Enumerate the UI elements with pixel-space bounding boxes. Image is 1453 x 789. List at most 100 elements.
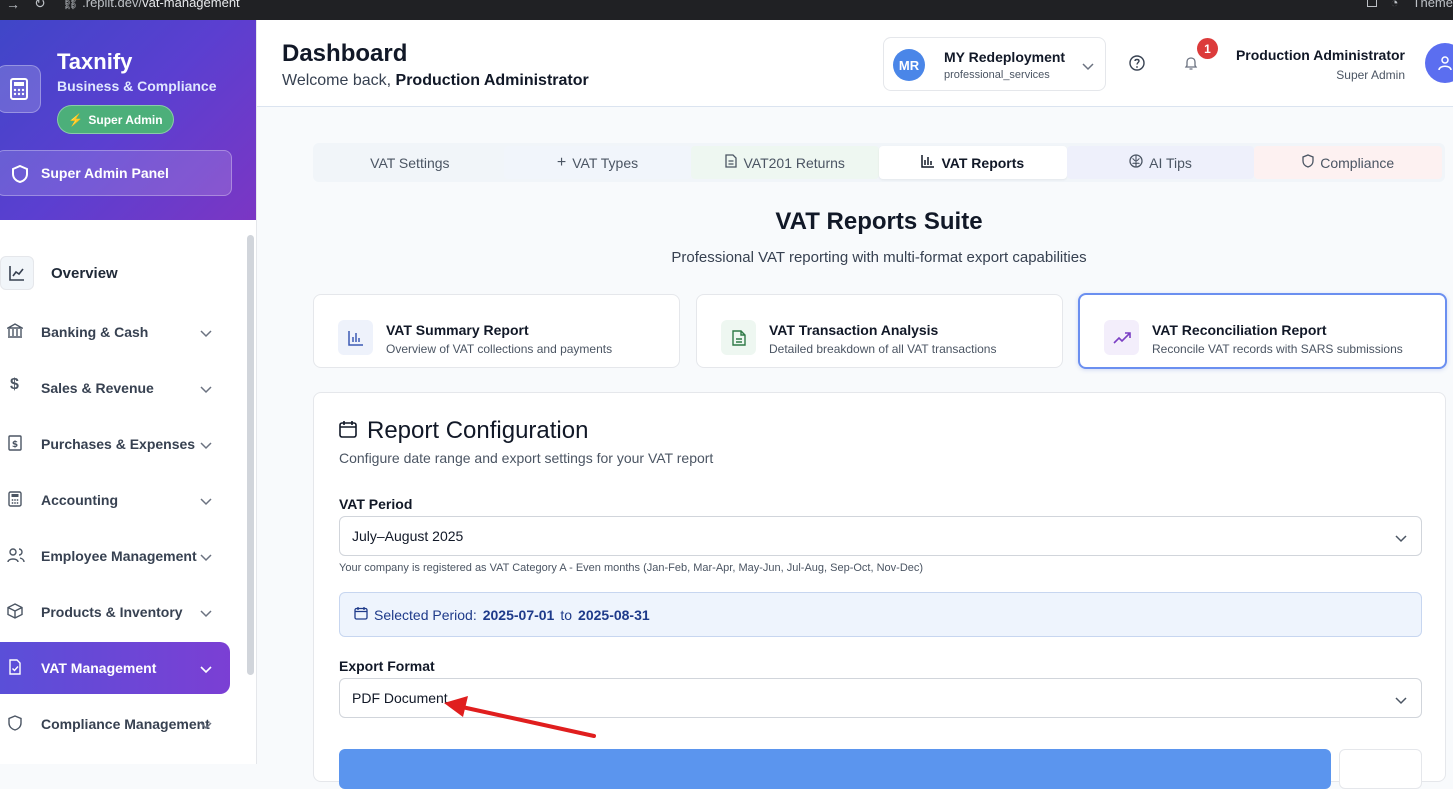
tab-vat-types[interactable]: + VAT Types — [503, 146, 692, 179]
theme-label[interactable]: Theme — [1413, 0, 1453, 10]
vat-period-select[interactable]: July–August 2025 — [339, 516, 1422, 556]
generate-report-button[interactable] — [339, 749, 1331, 789]
chevron-down-icon — [200, 605, 212, 621]
nav-banking-cash-label: Banking & Cash — [41, 324, 149, 340]
company-switcher[interactable]: MR MY Redeployment professional_services — [883, 37, 1106, 91]
export-format-select[interactable]: PDF Document — [339, 678, 1422, 718]
welcome-user: Production Administrator — [395, 72, 589, 89]
file-check-icon — [7, 659, 25, 677]
user-name: Production Administrator — [1235, 47, 1405, 63]
config-subtitle: Configure date range and export settings… — [339, 450, 714, 466]
page-title: Dashboard — [282, 40, 408, 67]
sidebar-scrollbar[interactable] — [247, 235, 254, 675]
url-prefix: .replit.dev/ — [82, 0, 143, 10]
super-admin-panel-button[interactable]: Super Admin Panel — [0, 150, 232, 196]
tab-vat201-returns[interactable]: VAT201 Returns — [691, 146, 880, 179]
nav-compliance-management-label: Compliance Management — [41, 716, 210, 732]
sidebar: Taxnify Business & Compliance ⚡ Super Adm… — [0, 20, 257, 764]
company-avatar: MR — [893, 49, 925, 81]
vat-period-label: VAT Period — [339, 496, 413, 512]
nav-sales-revenue[interactable]: $ Sales & Revenue — [0, 362, 230, 414]
calendar-icon — [354, 606, 368, 623]
tab-compliance-label: Compliance — [1320, 154, 1395, 171]
nav-accounting[interactable]: Accounting — [0, 474, 230, 526]
vat-category-hint: Your company is registered as VAT Catego… — [339, 562, 924, 574]
nav-employee-management[interactable]: Employee Management — [0, 530, 230, 582]
user-role: Super Admin — [1336, 68, 1405, 82]
notification-badge: 1 — [1197, 38, 1218, 59]
trending-up-icon — [1104, 320, 1139, 355]
chevron-down-icon — [1395, 692, 1407, 708]
report-card-reconciliation[interactable]: VAT Reconciliation Report Reconcile VAT … — [1078, 293, 1447, 369]
tab-vat201-returns-label: VAT201 Returns — [743, 154, 845, 171]
nav-employee-management-label: Employee Management — [41, 548, 197, 564]
export-format-label: Export Format — [339, 658, 435, 674]
company-industry: professional_services — [944, 69, 1050, 81]
svg-text:$: $ — [12, 440, 18, 450]
selected-period-prefix: Selected Period: — [374, 606, 477, 623]
calculator-logo-icon — [0, 65, 41, 113]
suite-subtitle: Professional VAT reporting with multi-fo… — [671, 249, 1087, 266]
report-card-transaction[interactable]: VAT Transaction Analysis Detailed breakd… — [696, 294, 1063, 368]
file-text-icon — [721, 320, 756, 355]
tab-ai-tips-label: AI Tips — [1149, 154, 1192, 171]
chevron-down-icon — [200, 661, 212, 677]
selected-period-start: 2025-07-01 — [482, 606, 555, 623]
reload-icon[interactable]: ↻ — [34, 0, 46, 12]
calculator-icon — [7, 491, 25, 509]
cast-icon[interactable] — [1366, 0, 1377, 7]
link-icon: ⛓ — [62, 0, 83, 10]
vat-period-value: July–August 2025 — [352, 528, 464, 544]
chevron-down-icon — [1082, 58, 1094, 76]
box-icon — [7, 603, 25, 621]
nav-purchases-expenses[interactable]: $ Purchases & Expenses — [0, 418, 230, 470]
forward-icon[interactable]: → — [6, 0, 20, 12]
vat-tabs: VAT Settings + VAT Types VAT201 Returns V… — [313, 143, 1445, 182]
palette-icon[interactable]: ◔ — [1391, 0, 1399, 10]
nav-compliance-management[interactable]: Compliance Management — [0, 698, 230, 750]
chevron-down-icon — [200, 381, 212, 397]
tab-vat-settings-label: VAT Settings — [370, 154, 450, 171]
browser-bar: → ↻ ⛓ .replit.dev/vat-management ◔ Theme — [0, 0, 1453, 20]
top-header: Dashboard Welcome back, Production Admin… — [257, 20, 1453, 107]
secondary-action-button[interactable] — [1339, 749, 1422, 789]
report-card-summary[interactable]: VAT Summary Report Overview of VAT colle… — [313, 294, 680, 368]
bar-chart-icon — [921, 154, 935, 171]
bar-chart-icon — [338, 320, 373, 355]
tab-ai-tips[interactable]: AI Tips — [1066, 146, 1255, 179]
super-admin-panel-label: Super Admin Panel — [41, 165, 169, 181]
user-avatar-icon[interactable] — [1425, 43, 1453, 83]
nav-products-inventory-label: Products & Inventory — [41, 604, 183, 620]
nav-banking-cash[interactable]: Banking & Cash — [0, 306, 230, 358]
tab-vat-types-label: VAT Types — [572, 154, 639, 171]
chevron-down-icon — [200, 325, 212, 341]
selected-period-end: 2025-08-31 — [578, 606, 650, 623]
report-card-title: VAT Reconciliation Report — [1152, 322, 1327, 338]
bell-icon[interactable] — [1183, 55, 1199, 76]
tab-vat-reports[interactable]: VAT Reports — [879, 146, 1067, 179]
tab-compliance[interactable]: Compliance — [1254, 146, 1443, 179]
nav-overview[interactable]: Overview — [0, 256, 230, 292]
chevron-down-icon — [200, 437, 212, 453]
nav-overview-label: Overview — [51, 265, 118, 282]
tab-vat-reports-label: VAT Reports — [941, 154, 1025, 171]
welcome-prefix: Welcome back, — [282, 72, 392, 89]
suite-title: VAT Reports Suite — [775, 208, 983, 235]
nav-vat-management[interactable]: VAT Management — [0, 642, 230, 694]
nav-products-inventory[interactable]: Products & Inventory — [0, 586, 230, 638]
address-bar[interactable]: ⛓ .replit.dev/vat-management — [62, 0, 240, 11]
browser-right-tools: ◔ Theme — [1366, 0, 1453, 10]
help-icon[interactable] — [1129, 55, 1145, 76]
report-card-desc: Detailed breakdown of all VAT transactio… — [769, 342, 997, 356]
calendar-icon — [339, 420, 357, 443]
nav-sales-revenue-label: Sales & Revenue — [41, 380, 154, 396]
users-icon — [7, 547, 25, 565]
brand-name: Taxnify — [57, 49, 133, 74]
chevron-down-icon — [200, 717, 212, 733]
tab-vat-settings[interactable]: VAT Settings — [316, 146, 504, 179]
shield-icon — [7, 715, 25, 733]
selected-period-info: Selected Period: 2025-07-01 to 2025-08-3… — [339, 592, 1422, 637]
url-path: vat-management — [142, 0, 240, 10]
report-card-desc: Reconcile VAT records with SARS submissi… — [1152, 342, 1403, 356]
shield-icon — [12, 164, 28, 186]
